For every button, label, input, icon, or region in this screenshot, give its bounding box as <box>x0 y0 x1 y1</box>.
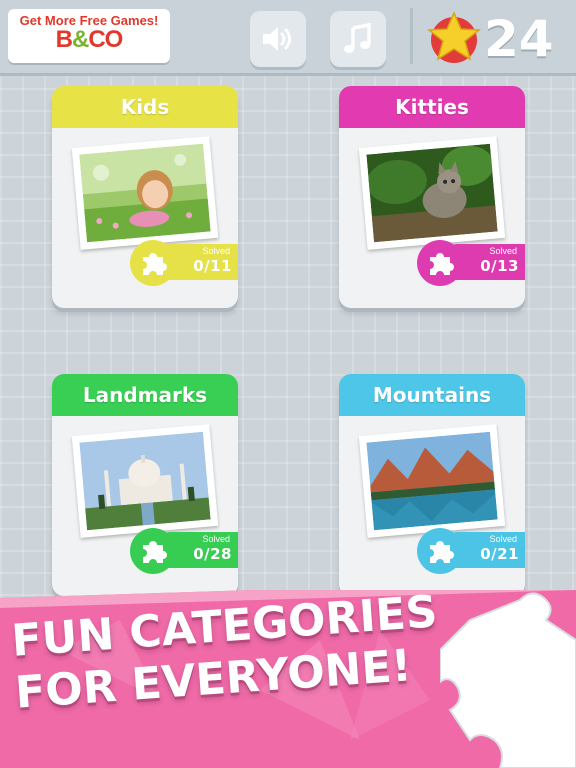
puzzle-piece-icon <box>130 528 176 574</box>
music-button[interactable] <box>330 11 386 67</box>
solved-label: Solved <box>489 246 517 256</box>
category-card-landmarks[interactable]: Landmarks Solved 0/28 <box>52 374 238 596</box>
solved-count: 0/21 <box>480 545 519 563</box>
solved-indicator: Solved 0/13 <box>417 240 525 286</box>
puzzle-piece-icon <box>417 240 463 286</box>
category-thumbnail <box>71 424 219 538</box>
music-note-icon <box>344 23 371 53</box>
category-thumbnail <box>358 136 506 250</box>
category-card-kids[interactable]: Kids Solved 0/11 <box>52 86 238 308</box>
solved-count: 0/28 <box>193 545 232 563</box>
sound-button[interactable] <box>250 11 306 67</box>
solved-label: Solved <box>202 534 230 544</box>
bco-logo: B&CO <box>55 26 124 53</box>
top-bar: Get More Free Games! B&CO 24 <box>0 0 576 76</box>
star-count: 24 <box>484 10 554 68</box>
category-title: Kids <box>52 86 238 128</box>
speaker-icon <box>263 27 291 51</box>
solved-label: Solved <box>489 534 517 544</box>
puzzle-piece-icon <box>417 528 463 574</box>
category-card-mountains[interactable]: Mountains Solved 0/21 <box>339 374 525 596</box>
category-thumbnail <box>71 136 219 250</box>
toolbar-divider <box>410 8 413 64</box>
star-icon <box>427 11 481 63</box>
puzzle-piece-icon <box>130 240 176 286</box>
puzzle-piece-icon <box>440 592 576 768</box>
solved-indicator: Solved 0/28 <box>130 528 238 574</box>
category-thumbnail <box>358 424 506 538</box>
category-title: Landmarks <box>52 374 238 416</box>
more-games-button[interactable]: Get More Free Games! B&CO <box>8 9 170 63</box>
category-card-kitties[interactable]: Kitties Solved 0/13 <box>339 86 525 308</box>
category-title: Mountains <box>339 374 525 416</box>
solved-label: Solved <box>202 246 230 256</box>
solved-count: 0/13 <box>480 257 519 275</box>
category-title: Kitties <box>339 86 525 128</box>
solved-indicator: Solved 0/21 <box>417 528 525 574</box>
solved-count: 0/11 <box>193 257 232 275</box>
solved-indicator: Solved 0/11 <box>130 240 238 286</box>
